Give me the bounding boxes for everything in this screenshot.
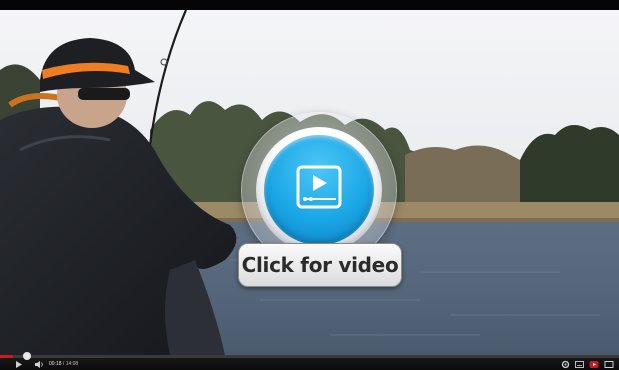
- play-ring: [256, 127, 382, 253]
- top-bar: [0, 0, 619, 10]
- play-button-core[interactable]: [264, 135, 374, 245]
- current-time: 00:18: [49, 361, 62, 367]
- youtube-icon[interactable]: [589, 360, 599, 369]
- click-for-video-button[interactable]: Click for video: [238, 243, 402, 287]
- video-frame[interactable]: Click for video: [0, 10, 619, 355]
- captions-icon[interactable]: [575, 360, 584, 369]
- play-icon[interactable]: [15, 360, 23, 369]
- video-player[interactable]: Click for video 00:18 / 14:08: [0, 0, 619, 370]
- progress-bar[interactable]: [0, 352, 619, 360]
- volume-icon[interactable]: [34, 360, 44, 369]
- player-controls: 00:18 / 14:08: [0, 352, 619, 370]
- fullscreen-icon[interactable]: [604, 360, 614, 369]
- time-display: 00:18 / 14:08: [49, 360, 78, 369]
- settings-icon[interactable]: [561, 360, 570, 369]
- duration: 14:08: [65, 361, 79, 367]
- video-play-icon: [296, 165, 342, 209]
- progress-knob[interactable]: [23, 352, 31, 360]
- cta-label: Click for video: [241, 253, 399, 277]
- progress-fill: [0, 355, 13, 358]
